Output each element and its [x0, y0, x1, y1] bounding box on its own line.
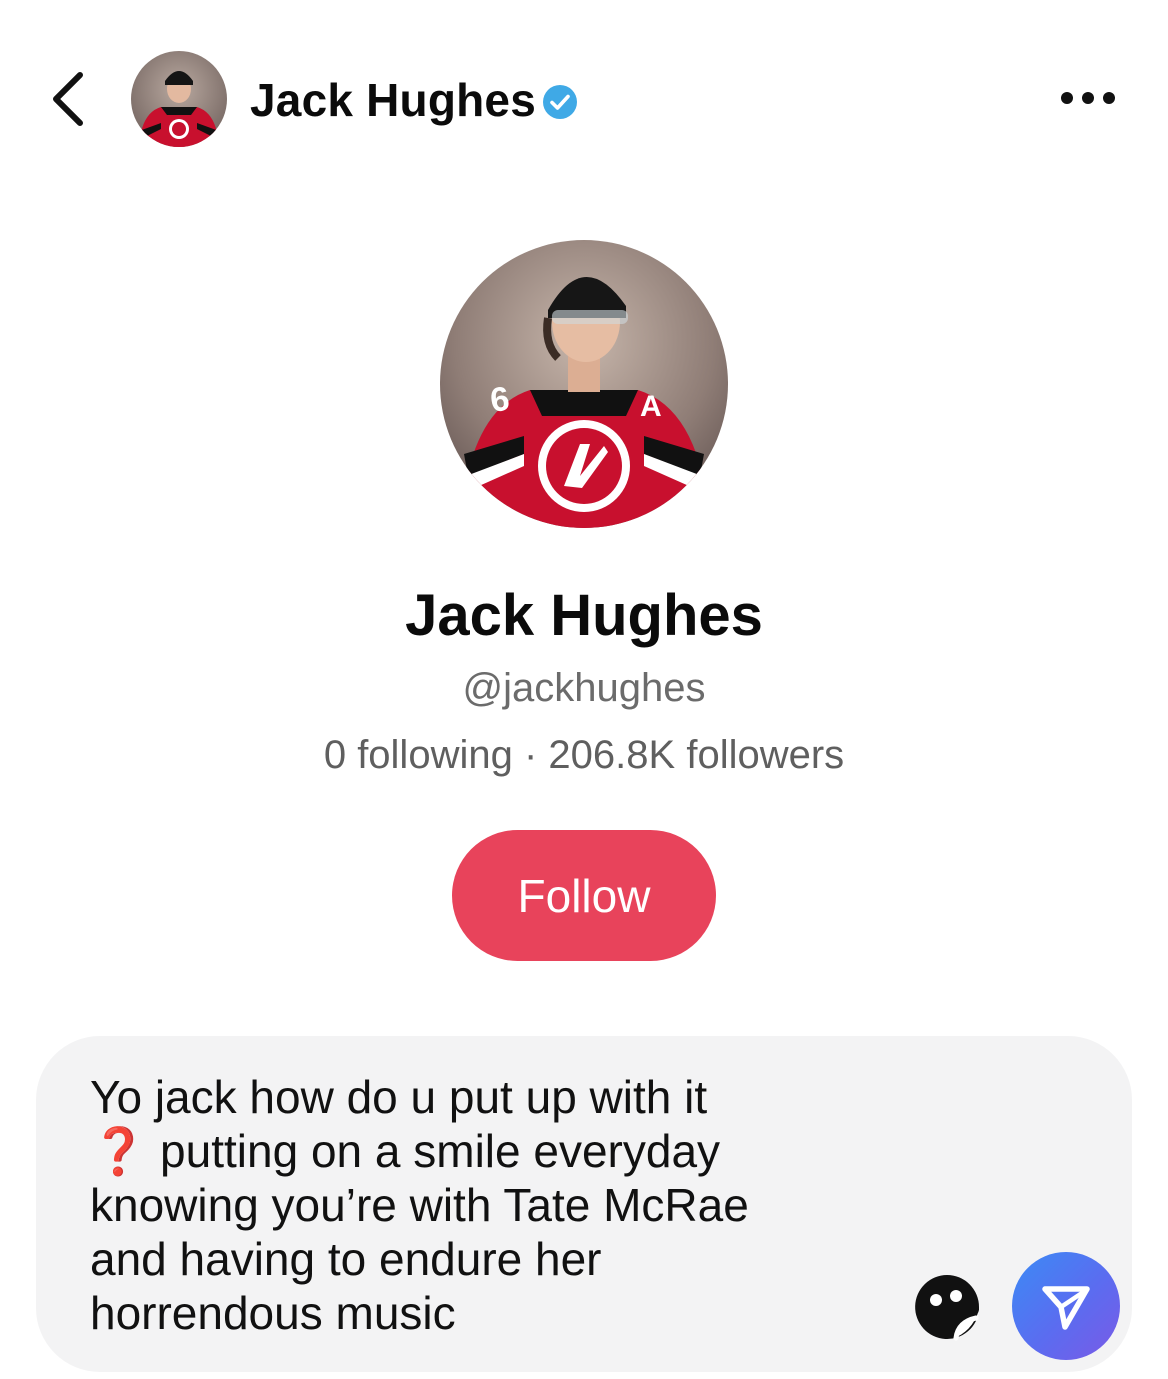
- message-rest: putting on a smile everyday knowing you’…: [90, 1125, 749, 1339]
- verified-badge-icon: [543, 85, 577, 119]
- profile-handle: @jackhughes: [462, 666, 706, 710]
- message-input[interactable]: Yo jack how do u put up with it ❓ puttin…: [90, 1070, 830, 1340]
- top-bar: Jack Hughes: [0, 0, 1168, 190]
- more-dot: [1103, 92, 1115, 104]
- more-options-button[interactable]: [1048, 76, 1128, 120]
- chevron-left-icon: [53, 72, 83, 126]
- following-count[interactable]: 0: [324, 733, 346, 777]
- header-avatar[interactable]: [131, 51, 227, 147]
- more-dot: [1082, 92, 1094, 104]
- follow-button[interactable]: Follow: [452, 830, 716, 961]
- header-title[interactable]: Jack Hughes: [250, 70, 578, 130]
- follow-stats: 0 following · 206.8K followers: [0, 733, 1168, 778]
- followers-label[interactable]: followers: [686, 733, 844, 777]
- message-composer[interactable]: Yo jack how do u put up with it ❓ puttin…: [36, 1036, 1132, 1372]
- avatar-photo: [131, 51, 227, 147]
- dm-profile-screen: Jack Hughes 6 A Jack Hughes @jackhughes …: [0, 0, 1168, 1379]
- profile-photo: 6 A: [440, 240, 728, 528]
- more-horizontal-icon: [1061, 92, 1073, 104]
- send-button[interactable]: [1012, 1252, 1120, 1360]
- sticker-face-icon: [915, 1275, 979, 1341]
- stats-separator: ·: [523, 733, 538, 777]
- back-button[interactable]: [38, 64, 98, 134]
- sticker-button[interactable]: [912, 1272, 982, 1342]
- following-label[interactable]: following: [357, 733, 513, 777]
- header-display-name: Jack Hughes: [250, 74, 536, 126]
- message-line-1: Yo jack how do u put up with it: [90, 1071, 708, 1123]
- question-mark-emoji: ❓: [90, 1125, 148, 1177]
- profile-name: Jack Hughes: [405, 583, 763, 648]
- followers-count[interactable]: 206.8K: [548, 733, 675, 777]
- svg-text:A: A: [640, 390, 662, 423]
- send-icon: [1042, 1286, 1090, 1330]
- profile-avatar[interactable]: 6 A: [440, 240, 728, 528]
